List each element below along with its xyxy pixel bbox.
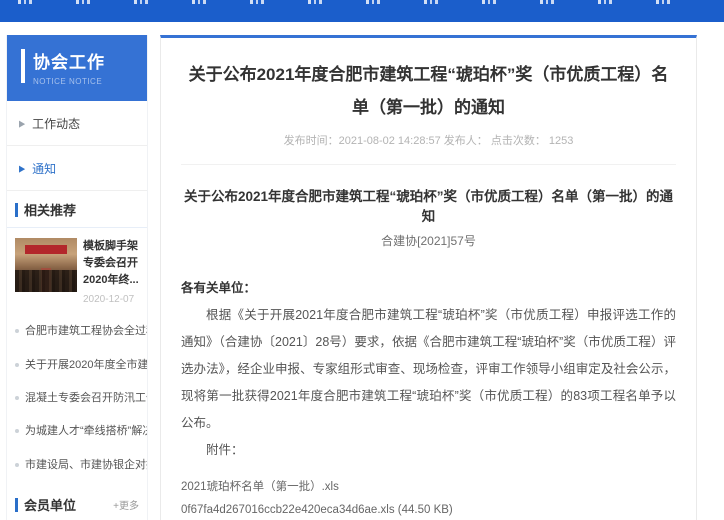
featured-text: 模板脚手架专委会召开2020年终... 2020-12-07 [83, 238, 141, 305]
members-section-header: 会员单位 +更多 [7, 486, 147, 520]
attachment-link[interactable]: 0f67fa4d267016ccb22e420eca34d6ae.xls (44… [181, 499, 676, 520]
sidebar-header: 协会工作 NOTICE NOTICE [7, 35, 147, 101]
members-section-title: 会员单位 [24, 495, 113, 514]
article-body: 根据《关于开展2021年度合肥市建筑工程“琥珀杯”奖（市优质工程）申报评选工作的… [181, 302, 676, 436]
article-meta: 发布时间：2021-08-02 14:28:57 发布人： 点击次数： 1253 [181, 132, 676, 165]
related-section-title: 相关推荐 [24, 200, 139, 219]
sidebar: 协会工作 NOTICE NOTICE ▶ 工作动态 ▶ 通知 相关推荐 [6, 35, 148, 520]
sidebar-item-work-news[interactable]: ▶ 工作动态 [7, 101, 147, 146]
list-item[interactable]: 关于开展2020年度全市建筑业评... [7, 349, 147, 382]
section-accent-bar [15, 203, 18, 217]
bullet-icon [15, 463, 19, 467]
list-item-label: 为城建人才“牵线搭桥”解决“... [25, 424, 147, 439]
sidebar-item-label: 工作动态 [32, 115, 80, 132]
list-item[interactable]: 为城建人才“牵线搭桥”解决“... [7, 415, 147, 448]
page-layout: 协会工作 NOTICE NOTICE ▶ 工作动态 ▶ 通知 相关推荐 [0, 22, 724, 520]
bullet-icon [15, 429, 19, 433]
featured-date: 2020-12-07 [83, 294, 141, 305]
sidebar-subtitle: NOTICE NOTICE [33, 77, 137, 86]
thumbnail-crowd [15, 270, 77, 292]
attachment-list: 2021琥珀杯名单（第一批）.xls 0f67fa4d267016ccb22e4… [181, 476, 676, 520]
sidebar-menu: ▶ 工作动态 ▶ 通知 [7, 101, 147, 191]
top-nav-bar [0, 0, 724, 22]
related-featured-item[interactable]: 模板脚手架专委会召开2020年终... 2020-12-07 [7, 228, 147, 313]
related-list: 合肥市建筑工程协会全过程工程... 关于开展2020年度全市建筑业评... 混凝… [7, 313, 147, 486]
bullet-icon [15, 363, 19, 367]
bullet-icon [15, 329, 19, 333]
article-subtitle: 关于公布2021年度合肥市建筑工程“琥珀杯”奖（市优质工程）名单（第一批）的通知 [181, 185, 676, 225]
related-section-header: 相关推荐 [7, 191, 147, 228]
list-item-label: 市建设局、市建协银企对接会第... [25, 458, 147, 473]
featured-title[interactable]: 模板脚手架专委会召开2020年终... [83, 238, 141, 289]
bullet-icon [15, 396, 19, 400]
list-item-label: 关于开展2020年度全市建筑业评... [25, 358, 147, 373]
sidebar-item-notice[interactable]: ▶ 通知 [7, 146, 147, 191]
members-more-link[interactable]: +更多 [113, 497, 139, 512]
top-nav-items-cutoff[interactable] [18, 0, 710, 4]
article-panel: 关于公布2021年度合肥市建筑工程“琥珀杯”奖（市优质工程）名单（第一批）的通知… [160, 35, 697, 520]
thumbnail-red-banner [25, 245, 67, 254]
list-item-label: 合肥市建筑工程协会全过程工程... [25, 324, 147, 339]
sidebar-title: 协会工作 [33, 48, 137, 73]
list-item-label: 混凝土专委会召开防汛工作座谈会 [25, 391, 147, 406]
list-item[interactable]: 混凝土专委会召开防汛工作座谈会 [7, 382, 147, 415]
caret-right-icon: ▶ [19, 118, 25, 128]
article-salutation: 各有关单位： [181, 277, 676, 296]
header-accent-bar [21, 49, 25, 83]
article-title: 关于公布2021年度合肥市建筑工程“琥珀杯”奖（市优质工程）名单（第一批）的通知 [181, 58, 676, 124]
list-item[interactable]: 合肥市建筑工程协会全过程工程... [7, 315, 147, 348]
caret-right-icon: ▶ [19, 163, 25, 173]
section-accent-bar [15, 498, 18, 512]
sidebar-item-label: 通知 [32, 160, 56, 177]
featured-thumbnail-image[interactable] [15, 238, 77, 292]
attachment-label: 附件： [181, 437, 676, 464]
article-doc-number: 合建协[2021]57号 [181, 232, 676, 249]
attachment-link[interactable]: 2021琥珀杯名单（第一批）.xls [181, 476, 676, 499]
list-item[interactable]: 市建设局、市建协银企对接会第... [7, 449, 147, 482]
